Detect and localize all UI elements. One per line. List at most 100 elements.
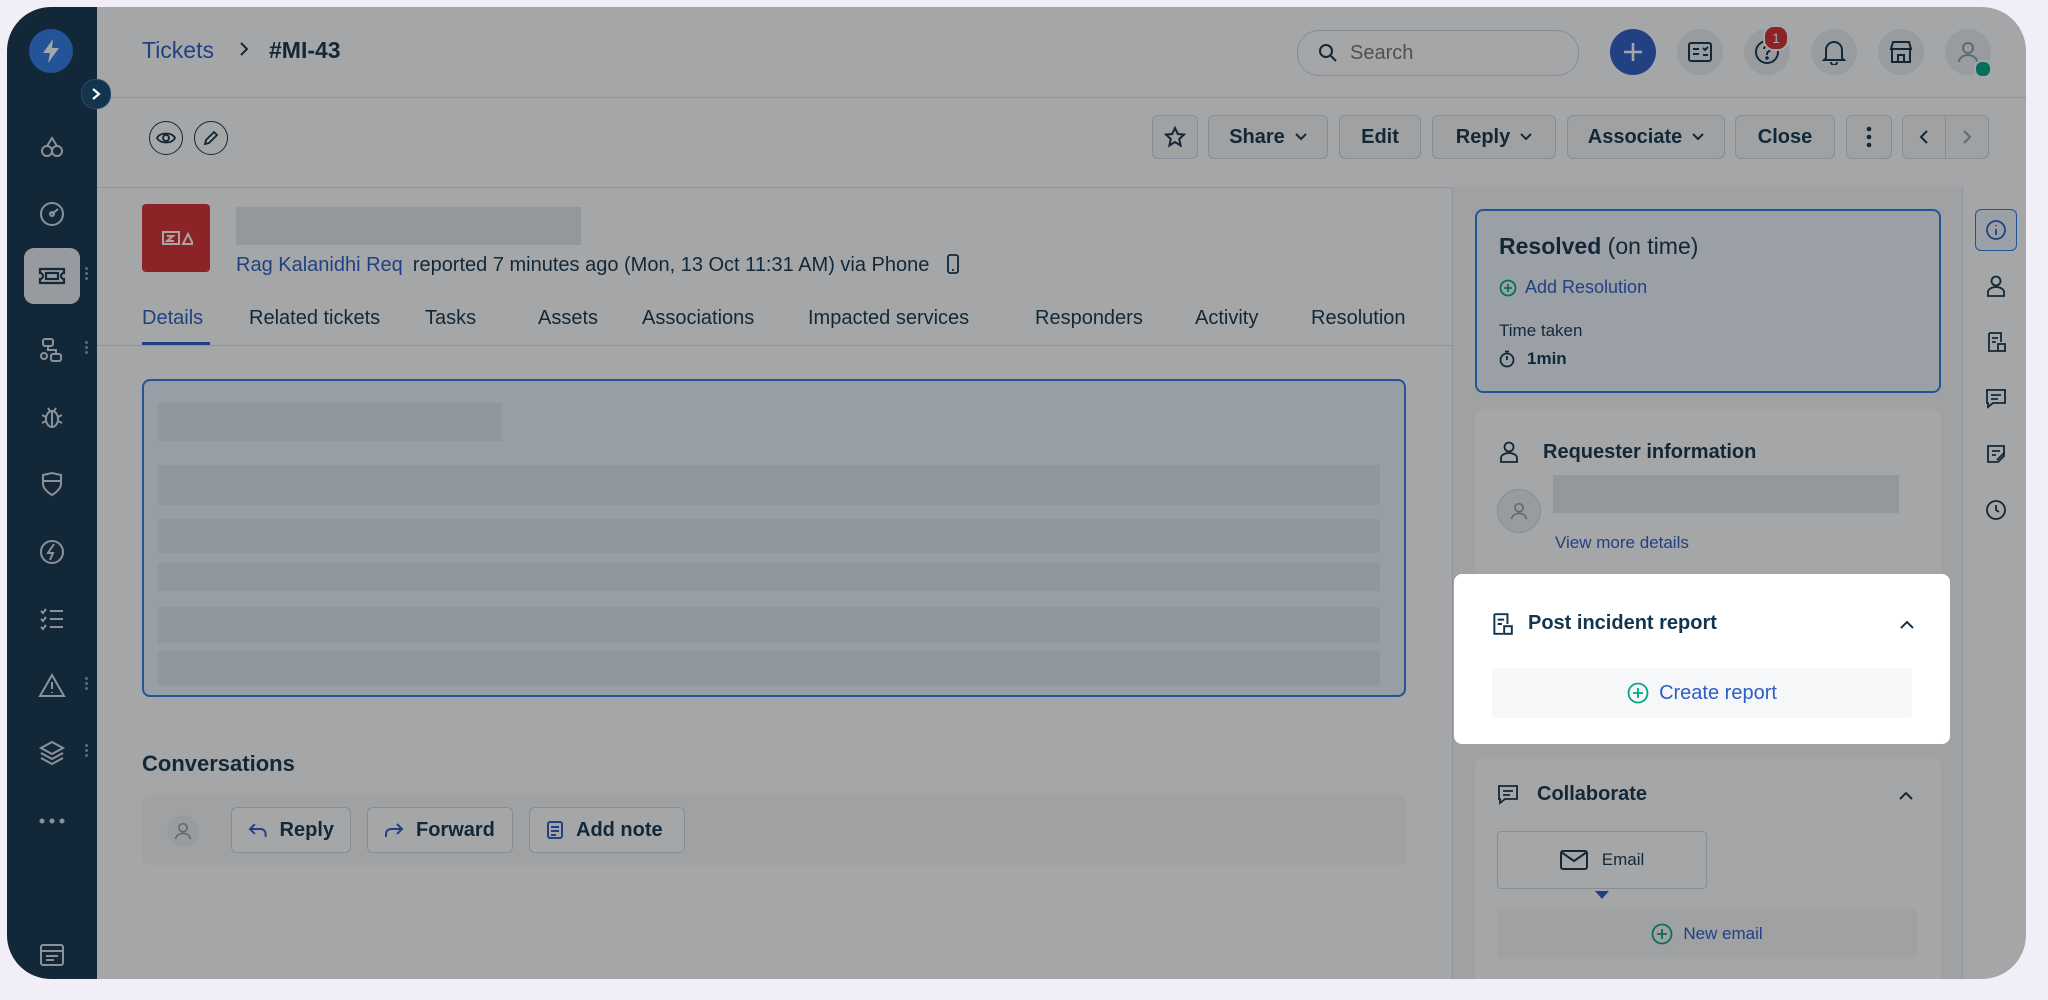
more-actions-button[interactable] <box>1846 115 1892 159</box>
nav-alert-more-icon[interactable] <box>83 675 89 695</box>
plus-circle-icon <box>1627 682 1649 704</box>
ticket-meta: reported 7 minutes ago (Mon, 13 Oct 11:3… <box>412 254 930 276</box>
requester-avatar-icon <box>1497 489 1541 533</box>
conversation-reply-button[interactable]: Reply <box>231 807 351 853</box>
new-item-plus-icon[interactable] <box>1610 29 1656 75</box>
chevron-left-icon <box>1919 130 1928 144</box>
tab-associations[interactable]: Associations <box>642 307 754 330</box>
nav-tickets-icon[interactable] <box>24 248 80 304</box>
previous-ticket-button[interactable] <box>1902 115 1946 159</box>
left-nav <box>7 7 97 979</box>
edit-pencil-icon[interactable] <box>194 121 228 155</box>
plus-circle-icon <box>1499 279 1517 296</box>
online-status-dot <box>1974 60 1992 78</box>
tab-tasks[interactable]: Tasks <box>425 307 476 330</box>
search-box[interactable] <box>1297 30 1579 76</box>
tab-resolution[interactable]: Resolution <box>1311 307 1406 330</box>
view-more-details-link[interactable]: View more details <box>1555 533 1689 553</box>
create-report-button[interactable]: Create report <box>1492 668 1912 718</box>
store-icon[interactable] <box>1878 29 1924 75</box>
agent-avatar-icon <box>167 815 199 847</box>
nav-shield-icon[interactable] <box>24 456 80 512</box>
description-line-placeholder <box>158 519 1380 553</box>
tab-related-tickets[interactable]: Related tickets <box>249 307 380 330</box>
search-icon <box>1318 43 1338 68</box>
nav-layers-icon[interactable] <box>24 725 80 781</box>
nav-tickets-more-icon[interactable] <box>83 265 89 285</box>
conversation-forward-button[interactable]: Forward <box>367 807 513 853</box>
nav-workflow-more-icon[interactable] <box>83 339 89 359</box>
nav-speedometer-icon[interactable] <box>24 186 80 242</box>
info-icon[interactable] <box>1975 209 2017 251</box>
phone-icon <box>947 254 959 274</box>
reply-label: Reply <box>279 818 334 841</box>
add-resolution-link[interactable]: Add Resolution <box>1499 277 1647 298</box>
share-button[interactable]: Share <box>1208 115 1328 159</box>
bell-icon[interactable] <box>1811 29 1857 75</box>
sidebar-icon-strip <box>1962 187 2026 979</box>
post-incident-report-spotlight: Post incident report Create report <box>1454 574 1950 744</box>
add-note-button[interactable]: Add note <box>529 807 685 853</box>
chevron-down-icon <box>1520 133 1532 141</box>
nav-checklist-icon[interactable] <box>24 591 80 647</box>
freshservice-logo[interactable] <box>29 29 73 73</box>
requester-person-icon[interactable] <box>1975 265 2017 307</box>
major-incident-icon <box>142 204 210 272</box>
chevron-up-icon[interactable] <box>1900 620 1914 629</box>
report-icon[interactable] <box>1975 321 2017 363</box>
nav-alert-icon[interactable] <box>24 658 80 714</box>
reply-icon <box>248 823 267 837</box>
description-line-placeholder <box>158 465 1380 505</box>
nav-changes-icon[interactable] <box>24 524 80 580</box>
conversations-title: Conversations <box>142 751 295 776</box>
main-content: Tickets #MI-43 1 <box>97 7 2026 979</box>
chat-icon[interactable] <box>1975 377 2017 419</box>
stopwatch-icon <box>1499 350 1515 368</box>
clock-icon[interactable] <box>1975 489 2017 531</box>
create-report-label: Create report <box>1659 681 1777 704</box>
breadcrumb-tickets-link[interactable]: Tickets <box>142 37 214 64</box>
app-window: Tickets #MI-43 1 <box>7 7 2026 979</box>
status-line: Resolved (on time) <box>1499 233 1698 260</box>
nav-dashboard-icon[interactable] <box>24 119 80 175</box>
time-taken-value: 1min <box>1499 349 1567 369</box>
associate-button[interactable]: Associate <box>1567 115 1725 159</box>
description-line-placeholder <box>158 563 1380 591</box>
close-label: Close <box>1757 125 1813 148</box>
note-icon <box>547 821 563 839</box>
nav-catalog-icon[interactable] <box>24 927 80 979</box>
report-icon <box>1493 613 1513 635</box>
next-ticket-button[interactable] <box>1945 115 1989 159</box>
notes-icon[interactable] <box>1975 433 2017 475</box>
envelope-icon <box>1559 850 1588 870</box>
search-input[interactable] <box>1348 39 1562 67</box>
tab-impacted-services[interactable]: Impacted services <box>808 307 969 330</box>
chat-icon <box>1498 785 1518 805</box>
edit-label: Edit <box>1361 125 1399 148</box>
new-email-button[interactable]: New email <box>1497 909 1917 959</box>
top-bar: Tickets #MI-43 1 <box>97 7 2026 98</box>
watch-eye-icon[interactable] <box>149 121 183 155</box>
reply-button[interactable]: Reply <box>1432 115 1556 159</box>
requester-name-placeholder <box>1553 475 1899 513</box>
tab-details[interactable]: Details <box>142 307 203 330</box>
requester-link[interactable]: Rag Kalanidhi Req <box>236 254 403 276</box>
collaborate-card: Collaborate Email New email <box>1475 757 1941 979</box>
tab-assets[interactable]: Assets <box>538 307 598 330</box>
tab-responders[interactable]: Responders <box>1035 307 1143 330</box>
forward-label: Forward <box>416 818 495 841</box>
nav-workflow-icon[interactable] <box>24 322 80 378</box>
close-ticket-button[interactable]: Close <box>1735 115 1835 159</box>
resolution-status-card: Resolved (on time) Add Resolution Time t… <box>1475 209 1941 393</box>
star-button[interactable] <box>1152 115 1198 159</box>
chevron-up-icon[interactable] <box>1899 791 1913 800</box>
tab-activity[interactable]: Activity <box>1195 307 1258 330</box>
nav-more-icon[interactable] <box>24 793 80 849</box>
email-tab-button[interactable]: Email <box>1497 831 1707 889</box>
nav-bug-icon[interactable] <box>24 389 80 445</box>
edit-button[interactable]: Edit <box>1339 115 1421 159</box>
nav-expand-chevron-icon[interactable] <box>81 79 111 109</box>
new-email-label: New email <box>1683 924 1763 943</box>
nav-layers-more-icon[interactable] <box>83 742 89 762</box>
service-catalog-icon[interactable] <box>1677 29 1723 75</box>
